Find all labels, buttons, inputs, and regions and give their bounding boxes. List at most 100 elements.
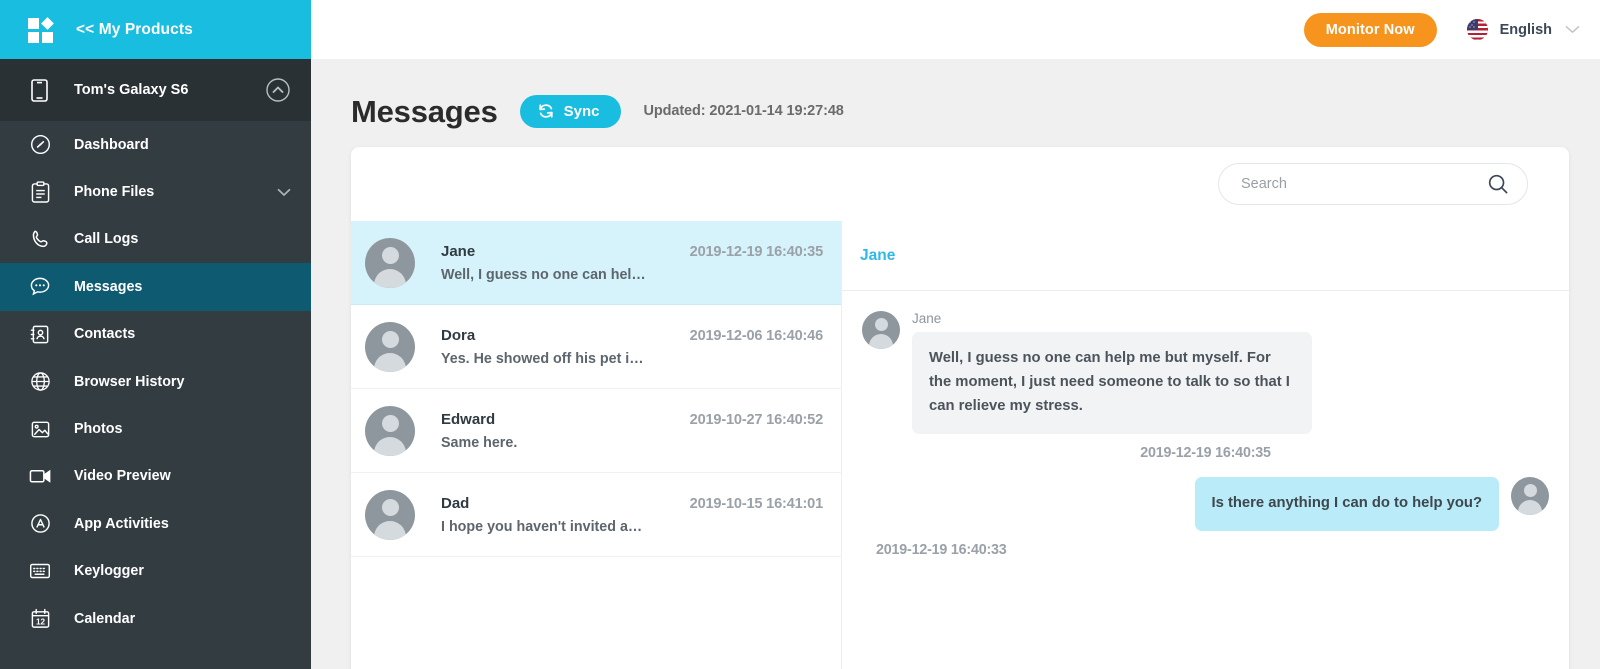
sidebar-item-contacts[interactable]: Contacts bbox=[0, 311, 311, 358]
brand-my-products[interactable]: << My Products bbox=[0, 0, 311, 59]
clipboard-icon bbox=[28, 181, 52, 203]
sidebar-item-label: Messages bbox=[74, 278, 143, 295]
sidebar-item-phone-files[interactable]: Phone Files bbox=[0, 168, 311, 215]
phone-handset-icon bbox=[28, 229, 52, 250]
thread-snippet: Same here. bbox=[441, 434, 518, 451]
page-title: Messages bbox=[351, 93, 498, 129]
sidebar-item-label: Photos bbox=[74, 421, 123, 438]
thread-content: Edward 2019-10-27 16:40:52 Same here. bbox=[441, 411, 823, 451]
message-timestamp: 2019-12-19 16:40:35 bbox=[1140, 444, 1271, 461]
sidebar-item-label: Keylogger bbox=[74, 563, 144, 580]
card-body: Jane 2019-12-19 16:40:35 Well, I guess n… bbox=[351, 221, 1569, 669]
app-root: << My Products Tom's Galaxy S6 Dashboard… bbox=[0, 0, 1600, 669]
sidebar-item-calendar[interactable]: 12 Calendar bbox=[0, 595, 311, 642]
thread-name: Edward bbox=[441, 410, 496, 428]
us-flag-icon bbox=[1466, 19, 1488, 40]
search-input[interactable] bbox=[1241, 176, 1487, 192]
device-selector[interactable]: Tom's Galaxy S6 bbox=[0, 59, 311, 121]
sidebar-item-label: App Activities bbox=[74, 515, 169, 532]
search-box[interactable] bbox=[1218, 163, 1528, 205]
chevron-down-icon bbox=[1565, 25, 1580, 34]
grid-logo-icon bbox=[28, 16, 54, 43]
message-bubble: Is there anything I can do to help you? bbox=[1194, 476, 1499, 531]
messages-card: Jane 2019-12-19 16:40:35 Well, I guess n… bbox=[351, 147, 1569, 669]
video-camera-icon bbox=[28, 467, 52, 485]
refresh-icon bbox=[537, 102, 555, 120]
thread-list-item[interactable]: Dad 2019-10-15 16:41:01 I hope you haven… bbox=[351, 473, 841, 557]
avatar bbox=[862, 311, 900, 349]
sidebar-item-label: Contacts bbox=[74, 326, 136, 343]
search-icon[interactable] bbox=[1487, 173, 1509, 195]
thread-content: Dad 2019-10-15 16:41:01 I hope you haven… bbox=[441, 495, 823, 535]
sidebar-item-keylogger[interactable]: Keylogger bbox=[0, 548, 311, 595]
avatar bbox=[365, 405, 415, 456]
sidebar-item-label: Video Preview bbox=[74, 468, 171, 485]
sync-button[interactable]: Sync bbox=[519, 94, 622, 128]
thread-snippet: I hope you haven't invited a… bbox=[441, 518, 643, 535]
page-header: Messages Sync Updated: 2021-01-14 19:27:… bbox=[311, 59, 1600, 137]
language-selector[interactable]: English bbox=[1466, 19, 1580, 40]
thread-name: Dora bbox=[441, 326, 476, 344]
thread-list-item[interactable]: Dora 2019-12-06 16:40:46 Yes. He showed … bbox=[351, 305, 841, 389]
thread-list-item[interactable]: Jane 2019-12-19 16:40:35 Well, I guess n… bbox=[351, 221, 841, 305]
avatar bbox=[1511, 476, 1549, 515]
avatar bbox=[365, 489, 415, 540]
sidebar-nav: Dashboard Phone Files Call Logs Messages… bbox=[0, 121, 311, 642]
svg-text:12: 12 bbox=[35, 617, 45, 626]
conversation-header: Jane bbox=[842, 221, 1569, 291]
message-timestamp: 2019-12-19 16:40:33 bbox=[876, 541, 1007, 558]
thread-time: 2019-12-06 16:40:46 bbox=[689, 327, 824, 344]
conversation-pane: Jane Jane Well, I guess no one can help … bbox=[842, 221, 1569, 669]
thread-content: Jane 2019-12-19 16:40:35 Well, I guess n… bbox=[441, 243, 823, 283]
gauge-icon bbox=[28, 134, 52, 155]
chevron-down-icon[interactable] bbox=[277, 188, 291, 197]
thread-snippet: Well, I guess no one can hel… bbox=[441, 266, 646, 283]
sync-label: Sync bbox=[563, 102, 600, 120]
sidebar: << My Products Tom's Galaxy S6 Dashboard… bbox=[0, 0, 311, 669]
sidebar-item-label: Calendar bbox=[74, 610, 136, 627]
sidebar-item-browser-history[interactable]: Browser History bbox=[0, 358, 311, 405]
thread-name: Jane bbox=[441, 242, 476, 260]
main-area: Monitor Now English Messages Sync Update… bbox=[311, 0, 1600, 669]
thread-name: Dad bbox=[441, 494, 470, 512]
conversation-messages: Jane Well, I guess no one can help me bu… bbox=[842, 291, 1569, 669]
calendar-icon: 12 bbox=[28, 608, 52, 630]
conversation-contact-name: Jane bbox=[860, 246, 896, 264]
sidebar-item-app-activities[interactable]: App Activities bbox=[0, 500, 311, 547]
message-sender: Jane bbox=[912, 311, 942, 326]
message-outgoing: Is there anything I can do to help you? bbox=[862, 476, 1549, 531]
globe-icon bbox=[28, 371, 52, 392]
thread-snippet: Yes. He showed off his pet i… bbox=[441, 350, 644, 367]
sidebar-item-dashboard[interactable]: Dashboard bbox=[0, 121, 311, 168]
monitor-now-button[interactable]: Monitor Now bbox=[1303, 12, 1437, 47]
sidebar-item-label: Browser History bbox=[74, 373, 185, 390]
chat-bubble-icon bbox=[28, 276, 52, 297]
device-name: Tom's Galaxy S6 bbox=[74, 82, 189, 98]
app-circle-icon bbox=[28, 513, 52, 534]
sidebar-item-photos[interactable]: Photos bbox=[0, 405, 311, 452]
card-toolbar bbox=[351, 147, 1569, 221]
thread-time: 2019-10-15 16:41:01 bbox=[689, 495, 824, 512]
sidebar-item-label: Phone Files bbox=[74, 184, 155, 201]
thread-list-item[interactable]: Edward 2019-10-27 16:40:52 Same here. bbox=[351, 389, 841, 473]
message-incoming: Jane Well, I guess no one can help me bu… bbox=[862, 311, 1549, 434]
contact-card-icon bbox=[28, 324, 52, 345]
chevron-up-circle-icon[interactable] bbox=[265, 77, 291, 103]
image-icon bbox=[28, 419, 52, 440]
avatar bbox=[365, 237, 415, 288]
keyboard-icon bbox=[28, 562, 52, 580]
updated-timestamp: Updated: 2021-01-14 19:27:48 bbox=[643, 103, 844, 119]
sidebar-item-messages[interactable]: Messages bbox=[0, 263, 311, 311]
sidebar-item-call-logs[interactable]: Call Logs bbox=[0, 216, 311, 263]
sidebar-item-label: Call Logs bbox=[74, 231, 139, 248]
language-label: English bbox=[1499, 21, 1552, 38]
thread-time: 2019-10-27 16:40:52 bbox=[689, 411, 824, 428]
sidebar-item-label: Dashboard bbox=[74, 136, 149, 153]
avatar bbox=[365, 321, 415, 372]
sidebar-item-video-preview[interactable]: Video Preview bbox=[0, 453, 311, 500]
thread-list: Jane 2019-12-19 16:40:35 Well, I guess n… bbox=[351, 221, 842, 669]
thread-content: Dora 2019-12-06 16:40:46 Yes. He showed … bbox=[441, 327, 823, 367]
thread-time: 2019-12-19 16:40:35 bbox=[689, 243, 824, 260]
phone-icon bbox=[28, 78, 50, 102]
brand-label: << My Products bbox=[76, 20, 193, 38]
